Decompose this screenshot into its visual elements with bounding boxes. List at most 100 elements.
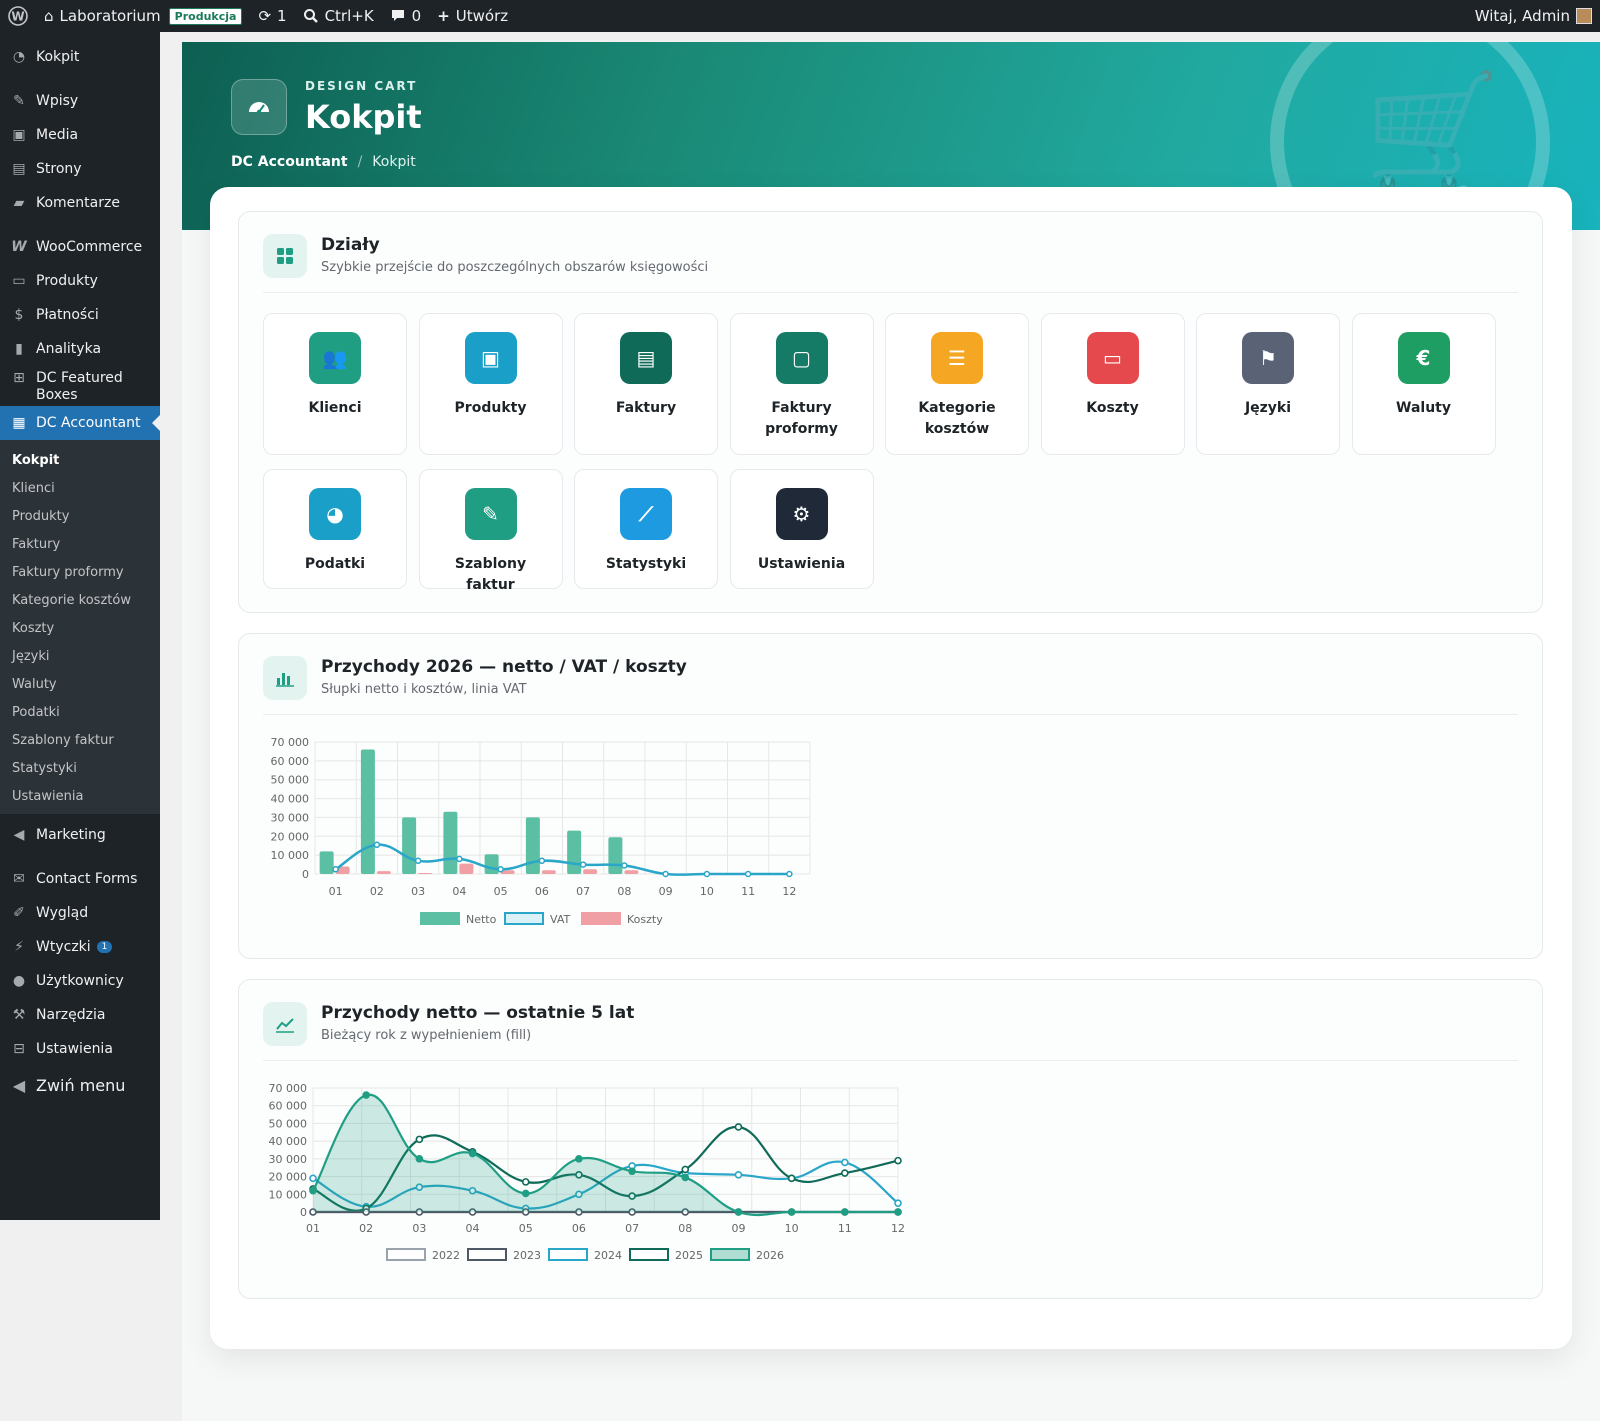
tile-faktury[interactable]: ▤ Faktury bbox=[574, 313, 718, 455]
submenu-produkty[interactable]: Produkty bbox=[0, 502, 160, 530]
updates-link[interactable]: ⟳ 1 bbox=[250, 0, 294, 32]
menu-produkty[interactable]: ▭ Produkty bbox=[0, 264, 160, 298]
search-shortcut[interactable]: Ctrl+K bbox=[295, 0, 382, 32]
tile-faktury-proformy[interactable]: ▢ Faktury proformy bbox=[729, 313, 874, 455]
menu-wtyczki[interactable]: ⚡ Wtyczki 1 bbox=[0, 930, 160, 964]
bar-koszty bbox=[624, 870, 639, 874]
tile-ustawienia[interactable]: ⚙ Ustawienia bbox=[729, 469, 874, 589]
menu-media[interactable]: ▣ Media bbox=[0, 118, 160, 152]
submenu-klienci[interactable]: Klienci bbox=[0, 474, 160, 502]
tile-label: Faktury proformy bbox=[765, 400, 838, 437]
wordpress-icon: W bbox=[8, 6, 28, 26]
submenu-waluty[interactable]: Waluty bbox=[0, 670, 160, 698]
submenu-koszty[interactable]: Koszty bbox=[0, 614, 160, 642]
point-vat bbox=[621, 862, 628, 869]
legend-swatch bbox=[629, 1248, 669, 1261]
comments-link[interactable]: 0 bbox=[382, 0, 430, 32]
tile-label: Faktury bbox=[615, 400, 677, 416]
point-2026 bbox=[575, 1155, 583, 1163]
submenu-kokpit[interactable]: Kokpit bbox=[0, 446, 160, 474]
submenu-faktury-proformy[interactable]: Faktury proformy bbox=[0, 558, 160, 586]
menu-platnosci[interactable]: $ Płatności bbox=[0, 298, 160, 332]
x-tick-label: 12 bbox=[782, 885, 796, 898]
point-vat bbox=[332, 866, 339, 873]
tile-podatki[interactable]: ◕ Podatki bbox=[263, 469, 407, 589]
breadcrumb: DC Accountant / Kokpit bbox=[231, 154, 416, 170]
legend-swatch bbox=[386, 1248, 426, 1261]
plus-icon: + bbox=[437, 7, 450, 25]
menu-dc-accountant[interactable]: ▦ DC Accountant bbox=[0, 406, 160, 440]
legend-swatch bbox=[467, 1248, 507, 1261]
menu-ustawienia[interactable]: ⊟ Ustawienia bbox=[0, 1032, 160, 1066]
legend-label: Koszty bbox=[627, 913, 663, 926]
menu-wpisy[interactable]: ✎ Wpisy bbox=[0, 84, 160, 118]
point-vat bbox=[579, 861, 587, 868]
collapse-menu-button[interactable]: ◀ Zwiń menu bbox=[0, 1068, 160, 1102]
tile-label: Klienci bbox=[308, 400, 362, 416]
point-2024 bbox=[841, 1158, 849, 1167]
menu-analityka[interactable]: ▮ Analityka bbox=[0, 332, 160, 366]
x-tick-label: 11 bbox=[741, 885, 755, 898]
line-chart-icon bbox=[263, 1002, 307, 1046]
menu-woocommerce[interactable]: W WooCommerce bbox=[0, 230, 160, 264]
menu-wyglad[interactable]: ✐ Wygląd bbox=[0, 896, 160, 930]
menu-strony[interactable]: ▤ Strony bbox=[0, 152, 160, 186]
submenu-statystyki[interactable]: Statystyki bbox=[0, 754, 160, 782]
revenue-2026-panel: Przychody 2026 — netto / VAT / koszty Sł… bbox=[238, 633, 1543, 959]
legend-swatch bbox=[710, 1248, 750, 1261]
breadcrumb-root-link[interactable]: DC Accountant bbox=[231, 154, 348, 170]
comment-icon: ▰ bbox=[13, 195, 25, 211]
page-icon: ▤ bbox=[12, 161, 26, 177]
svg-text:W: W bbox=[11, 10, 24, 24]
menu-narzedzia[interactable]: ⚒ Narzędzia bbox=[0, 998, 160, 1032]
point-2024 bbox=[734, 1171, 743, 1179]
submenu-jezyki[interactable]: Języki bbox=[0, 642, 160, 670]
x-tick-label: 02 bbox=[359, 1222, 373, 1235]
menu-marketing[interactable]: ◀ Marketing bbox=[0, 818, 160, 852]
tile-statystyki[interactable]: ⟋ Statystyki bbox=[574, 469, 718, 589]
submenu-podatki[interactable]: Podatki bbox=[0, 698, 160, 726]
x-tick-label: 05 bbox=[494, 885, 508, 898]
menu-kokpit[interactable]: ◔ Kokpit bbox=[0, 40, 160, 74]
tile-waluty[interactable]: € Waluty bbox=[1351, 313, 1496, 455]
document-outline-icon: ▢ bbox=[775, 332, 828, 384]
x-tick-label: 04 bbox=[466, 1222, 480, 1235]
submenu-kategorie-kosztow[interactable]: Kategorie kosztów bbox=[0, 586, 160, 614]
legend-label: VAT bbox=[550, 913, 570, 926]
point-vat bbox=[786, 870, 793, 878]
tile-label: Języki bbox=[1244, 400, 1292, 416]
y-tick-label: 30 000 bbox=[269, 1153, 308, 1166]
menu-dc-featured-boxes[interactable]: ⊞ DC Featured Boxes bbox=[0, 366, 160, 406]
point-2025 bbox=[841, 1169, 849, 1177]
legend-swatch bbox=[504, 912, 544, 925]
tile-kategorie-kosztów[interactable]: ☰ Kategorie kosztów bbox=[885, 313, 1029, 455]
tile-label: Waluty bbox=[1396, 400, 1451, 416]
new-content-link[interactable]: + Utwórz bbox=[429, 0, 516, 32]
x-tick-label: 09 bbox=[659, 885, 673, 898]
point-2024 bbox=[894, 1199, 902, 1207]
flag-icon: ⚑ bbox=[1242, 332, 1294, 384]
submenu-szablony-faktur[interactable]: Szablony faktur bbox=[0, 726, 160, 754]
collapse-icon: ◀ bbox=[12, 1075, 26, 1095]
menu-uzytkownicy[interactable]: ● Użytkownicy bbox=[0, 964, 160, 998]
admin-sidebar: ◔ Kokpit ✎ Wpisy ▣ Media ▤ Strony ▰ Komentarz… bbox=[0, 32, 160, 1220]
bar-netto bbox=[443, 811, 458, 874]
account-menu[interactable]: Witaj, Admin bbox=[1467, 0, 1600, 32]
x-tick-label: 09 bbox=[731, 1222, 745, 1235]
dashboard-icon bbox=[231, 79, 287, 135]
tile-produkty[interactable]: ▣ Produkty bbox=[418, 313, 563, 455]
panel-subtitle: Szybkie przejście do poszczególnych obsz… bbox=[321, 260, 709, 275]
brush-icon: ✐ bbox=[13, 905, 25, 921]
wordpress-logo[interactable]: W bbox=[0, 0, 36, 32]
site-name-link[interactable]: ⌂ Laboratorium Produkcja bbox=[36, 0, 250, 32]
menu-contact-forms[interactable]: ✉ Contact Forms bbox=[0, 862, 160, 896]
submenu-ustawienia[interactable]: Ustawienia bbox=[0, 782, 160, 810]
tile-klienci[interactable]: 👥 Klienci bbox=[263, 313, 407, 455]
point-2026 bbox=[628, 1167, 636, 1176]
menu-komentarze[interactable]: ▰ Komentarze bbox=[0, 186, 160, 220]
tile-szablony-faktur[interactable]: ✎ Szablony faktur bbox=[418, 469, 563, 593]
tile-języki[interactable]: ⚑ Języki bbox=[1196, 313, 1340, 455]
submenu-faktury[interactable]: Faktury bbox=[0, 530, 160, 558]
tile-koszty[interactable]: ▭ Koszty bbox=[1040, 313, 1185, 455]
point-2026 bbox=[787, 1208, 796, 1216]
